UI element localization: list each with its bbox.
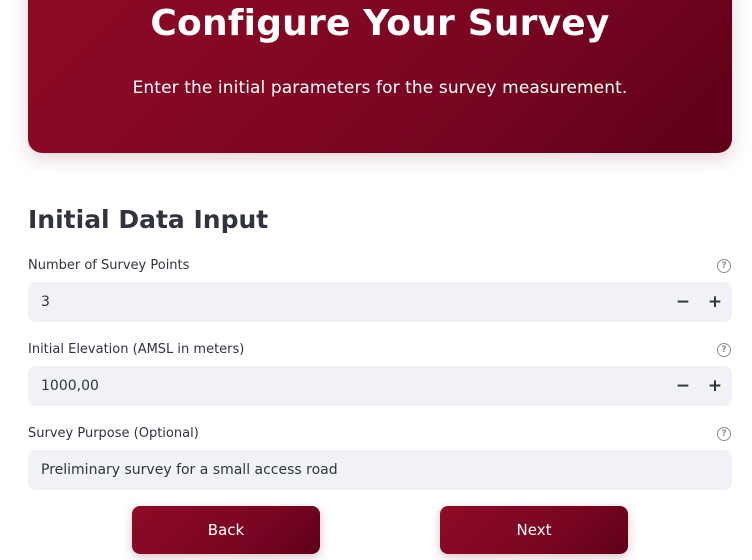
next-button[interactable]: Next (440, 506, 628, 554)
page-title: Configure Your Survey (150, 3, 610, 44)
question-circle-icon[interactable]: ? (717, 427, 731, 441)
increment-button[interactable]: + (699, 366, 731, 406)
decrement-button[interactable]: − (667, 366, 699, 406)
question-circle-icon[interactable]: ? (717, 343, 731, 357)
survey-purpose-value[interactable]: Preliminary survey for a small access ro… (41, 450, 338, 490)
initial-elevation-label: Initial Elevation (AMSL in meters) (28, 342, 245, 357)
back-button[interactable]: Back (132, 506, 320, 554)
question-circle-icon[interactable]: ? (717, 259, 731, 273)
survey-purpose-input[interactable]: Preliminary survey for a small access ro… (28, 450, 732, 490)
survey-points-input[interactable]: 3 − + (28, 282, 732, 322)
decrement-button[interactable]: − (667, 282, 699, 322)
initial-elevation-value[interactable]: 1000,00 (41, 366, 99, 406)
section-title: Initial Data Input (28, 205, 269, 234)
survey-points-label: Number of Survey Points (28, 258, 190, 273)
initial-elevation-input[interactable]: 1000,00 − + (28, 366, 732, 406)
page-subtitle: Enter the initial parameters for the sur… (132, 78, 628, 98)
header-banner: Configure Your Survey Enter the initial … (28, 0, 732, 153)
survey-points-value[interactable]: 3 (41, 282, 50, 322)
increment-button[interactable]: + (699, 282, 731, 322)
survey-purpose-label: Survey Purpose (Optional) (28, 426, 199, 441)
